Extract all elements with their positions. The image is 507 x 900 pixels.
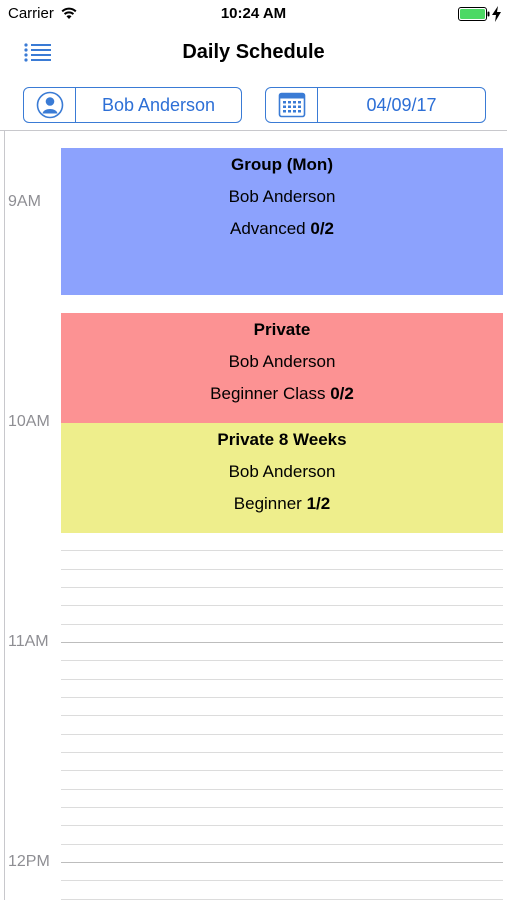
status-bar: Carrier 10:24 AM — [0, 0, 507, 28]
event-block-private[interactable]: Private Bob Anderson Beginner Class 0/2 — [61, 313, 503, 423]
hour-label-10am: 10AM — [8, 413, 50, 430]
hour-grid-line — [61, 862, 503, 863]
event-person: Bob Anderson — [228, 352, 336, 371]
minor-grid-line — [61, 734, 503, 735]
hour-label-12pm: 12PM — [8, 853, 50, 870]
event-title: Private 8 Weeks — [217, 430, 347, 449]
minor-grid-line — [61, 789, 503, 790]
event-level-line: Advanced 0/2 — [61, 219, 503, 239]
user-selector-icon-cell — [24, 88, 76, 122]
charging-bolt-icon — [492, 6, 501, 22]
event-level-line: Beginner Class 0/2 — [61, 384, 503, 404]
nav-bar: Daily Schedule — [0, 28, 507, 78]
minor-grid-line — [61, 770, 503, 771]
minor-grid-line — [61, 697, 503, 698]
user-selector-button[interactable]: Bob Anderson — [23, 87, 242, 123]
event-capacity: 0/2 — [310, 219, 334, 238]
event-capacity: 0/2 — [330, 384, 354, 403]
minor-grid-line — [61, 679, 503, 680]
hour-grid-line — [61, 642, 503, 643]
event-level: Advanced — [230, 219, 306, 238]
event-person: Bob Anderson — [228, 187, 336, 206]
person-icon — [36, 91, 63, 119]
event-capacity: 1/2 — [306, 494, 331, 513]
event-level: Beginner — [233, 494, 302, 513]
event-person: Bob Anderson — [228, 462, 336, 481]
minor-grid-line — [61, 807, 503, 808]
event-level: Beginner Class — [210, 384, 326, 403]
event-level-line: Beginner 1/2 — [61, 494, 503, 514]
minor-grid-line — [61, 550, 503, 551]
event-block-private-8-weeks[interactable]: Private 8 Weeks Bob Anderson Beginner 1/… — [61, 423, 503, 533]
time-gutter-line — [4, 131, 5, 900]
date-selector-button[interactable]: 04/09/17 — [265, 87, 486, 123]
hour-label-9am: 9AM — [8, 193, 41, 210]
day-timeline[interactable]: 9AM 10AM 11AM 12PM Group (Mon) Bob Ander… — [0, 131, 507, 900]
minor-grid-line — [61, 569, 503, 570]
date-selector-icon-cell — [266, 88, 318, 122]
minor-grid-line — [61, 825, 503, 826]
calendar-icon — [278, 92, 305, 118]
minor-grid-line — [61, 587, 503, 588]
minor-grid-line — [61, 605, 503, 606]
status-time: 10:24 AM — [220, 5, 287, 22]
minor-grid-line — [61, 715, 503, 716]
page-title: Daily Schedule — [182, 41, 325, 63]
hour-label-11am: 11AM — [8, 633, 49, 650]
minor-grid-line — [61, 624, 503, 625]
event-title: Group (Mon) — [231, 155, 333, 174]
event-title: Private — [253, 320, 311, 339]
date-selector-label: 04/09/17 — [366, 94, 437, 115]
event-block-group-mon[interactable]: Group (Mon) Bob Anderson Advanced 0/2 — [61, 148, 503, 295]
minor-grid-line — [61, 844, 503, 845]
battery-icon — [458, 7, 490, 21]
minor-grid-line — [61, 880, 503, 881]
minor-grid-line — [61, 752, 503, 753]
user-selector-label: Bob Anderson — [101, 94, 216, 115]
minor-grid-line — [61, 660, 503, 661]
